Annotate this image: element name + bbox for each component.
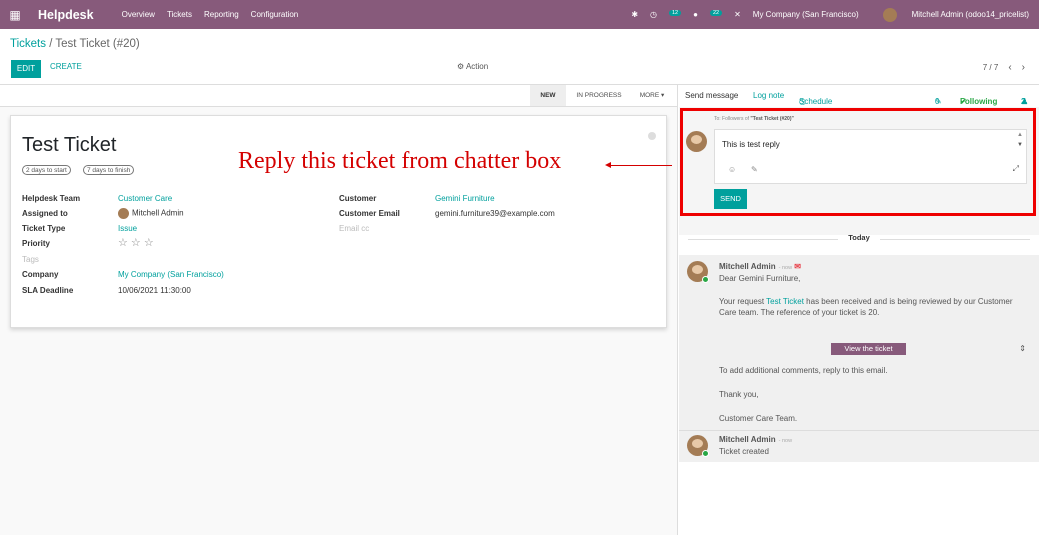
control-panel: Tickets / Test Ticket (#20) EDIT CREATE … xyxy=(0,29,1039,85)
activity-icon[interactable]: ◷ 12 xyxy=(650,10,682,19)
message-time: - now xyxy=(778,438,793,444)
create-button[interactable]: CREATE xyxy=(50,62,82,71)
action-label: Action xyxy=(465,62,489,71)
sla-pill-start: 2 days to start xyxy=(22,165,71,175)
assigned-label: Assigned to xyxy=(22,209,68,218)
ticket-form-sheet: Test Ticket 2 days to start 7 days to fi… xyxy=(10,115,667,328)
message-item: Mitchell Admin - now ✉ Dear Gemini Furnit… xyxy=(679,255,1039,430)
attachments-count: 0 xyxy=(935,97,940,106)
pager-value[interactable]: 7 / 7 xyxy=(983,63,999,72)
today-separator: Today xyxy=(678,233,1039,245)
kanban-state-icon[interactable] xyxy=(648,132,656,140)
highlight-box xyxy=(680,108,1036,216)
breadcrumb-tickets[interactable]: Tickets xyxy=(10,38,46,50)
breadcrumb-separator: / xyxy=(46,38,56,50)
stage-more[interactable]: MORE ▾ xyxy=(632,85,672,106)
message-paragraph: Your request Test Ticket has been receiv… xyxy=(719,296,1029,318)
team-value[interactable]: Customer Care xyxy=(118,194,172,203)
company-value[interactable]: My Company (San Francisco) xyxy=(118,270,224,279)
type-value[interactable]: Issue xyxy=(118,224,137,233)
message-time: - now xyxy=(778,265,793,271)
messages-icon[interactable]: ● 22 xyxy=(693,10,723,19)
email-value[interactable]: gemini.furniture39@example.com xyxy=(435,209,555,218)
message-body: Ticket created xyxy=(719,447,769,456)
stage-in-progress[interactable]: IN PROGRESS xyxy=(570,85,628,106)
edit-button[interactable]: EDIT xyxy=(11,60,41,78)
message-item: Mitchell Admin - now Ticket created xyxy=(679,430,1039,462)
expand-toggle-icon[interactable]: ⇕ xyxy=(1019,344,1026,353)
status-bar: NEW IN PROGRESS MORE ▾ xyxy=(0,85,677,107)
message-text-a: Your request xyxy=(719,297,767,306)
message-author[interactable]: Mitchell Admin - now xyxy=(719,435,792,444)
activity-badge: 12 xyxy=(669,10,682,16)
menu-reporting[interactable]: Reporting xyxy=(204,10,239,19)
pager: 7 / 7 ‹ › xyxy=(983,62,1025,73)
bug-icon[interactable]: ✱ xyxy=(631,10,638,19)
sla-label: SLA Deadline xyxy=(22,286,74,295)
sla-pill-finish: 7 days to finish xyxy=(83,165,135,175)
action-menu[interactable]: ⚙ Action xyxy=(457,62,488,71)
chatter: Send message Log note ◷ Schedule activit… xyxy=(677,85,1039,535)
ticket-link[interactable]: Test Ticket xyxy=(766,297,804,306)
customer-value[interactable]: Gemini Furniture xyxy=(435,194,495,203)
email-label: Customer Email xyxy=(339,209,400,218)
stage-new[interactable]: NEW xyxy=(530,85,566,106)
menu-tickets[interactable]: Tickets xyxy=(167,10,192,19)
navbar-systray: ✱ ◷ 12 ● 22 ✕ My Company (San Francisco) M… xyxy=(619,0,1029,29)
menu-overview[interactable]: Overview xyxy=(122,10,155,19)
following-label: Following xyxy=(960,97,998,106)
message-additional: To add additional comments, reply to thi… xyxy=(719,366,888,375)
annotation-arrow xyxy=(605,162,672,168)
stage-more-label: MORE xyxy=(639,92,660,99)
assignee-avatar xyxy=(118,208,129,219)
message-greeting: Dear Gemini Furniture, xyxy=(719,274,801,283)
company-label: Company xyxy=(22,270,59,279)
user-menu[interactable]: Mitchell Admin (odoo14_pricelist) xyxy=(871,7,1029,22)
company-switcher[interactable]: My Company (San Francisco) xyxy=(753,10,859,19)
send-message-tab[interactable]: Send message xyxy=(685,91,738,100)
online-status-icon xyxy=(702,276,709,283)
sla-value: 10/06/2021 11:30:00 xyxy=(118,286,191,295)
annotation-text: Reply this ticket from chatter box xyxy=(238,148,562,174)
assigned-name: Mitchell Admin xyxy=(132,208,184,218)
breadcrumb-current: Test Ticket (#20) xyxy=(55,38,140,50)
view-ticket-button[interactable]: View the ticket xyxy=(831,343,906,355)
chatter-topbar: Send message Log note ◷ Schedule activit… xyxy=(678,85,1039,115)
customer-label: Customer xyxy=(339,194,377,203)
message-signature: Customer Care Team. xyxy=(719,414,798,423)
message-thanks: Thank you, xyxy=(719,390,759,399)
online-status-icon xyxy=(702,450,709,457)
apps-menu-icon[interactable]: ▦ xyxy=(0,8,30,22)
breadcrumb: Tickets / Test Ticket (#20) xyxy=(10,38,140,50)
menu-configuration[interactable]: Configuration xyxy=(251,10,299,19)
messages-badge: 22 xyxy=(709,10,723,16)
priority-stars[interactable]: ☆ ☆ ☆ xyxy=(118,236,154,249)
priority-label: Priority xyxy=(22,239,51,248)
message-author-name: Mitchell Admin xyxy=(719,262,776,271)
log-note-tab[interactable]: Log note xyxy=(753,91,784,100)
message-author-name: Mitchell Admin xyxy=(719,435,776,444)
gear-icon: ⚙ xyxy=(457,62,465,71)
followers-count: 2 xyxy=(1021,97,1026,106)
pager-prev-icon[interactable]: ‹ xyxy=(1008,62,1011,73)
team-label: Helpdesk Team xyxy=(22,194,81,203)
envelope-icon[interactable]: ✉ xyxy=(794,262,801,271)
assigned-value[interactable]: Mitchell Admin xyxy=(118,208,184,219)
email-cc-label: Email cc xyxy=(339,224,370,233)
ticket-title: Test Ticket xyxy=(22,134,117,156)
type-label: Ticket Type xyxy=(22,224,66,233)
pager-next-icon[interactable]: › xyxy=(1022,62,1025,73)
user-avatar xyxy=(882,7,897,22)
top-navbar: ▦ Helpdesk Overview Tickets Reporting Co… xyxy=(0,0,1039,29)
message-author[interactable]: Mitchell Admin - now ✉ xyxy=(719,262,801,271)
tools-icon[interactable]: ✕ xyxy=(734,10,741,19)
app-name[interactable]: Helpdesk xyxy=(38,8,94,22)
tags-label: Tags xyxy=(22,255,39,264)
user-name: Mitchell Admin (odoo14_pricelist) xyxy=(911,9,1029,19)
